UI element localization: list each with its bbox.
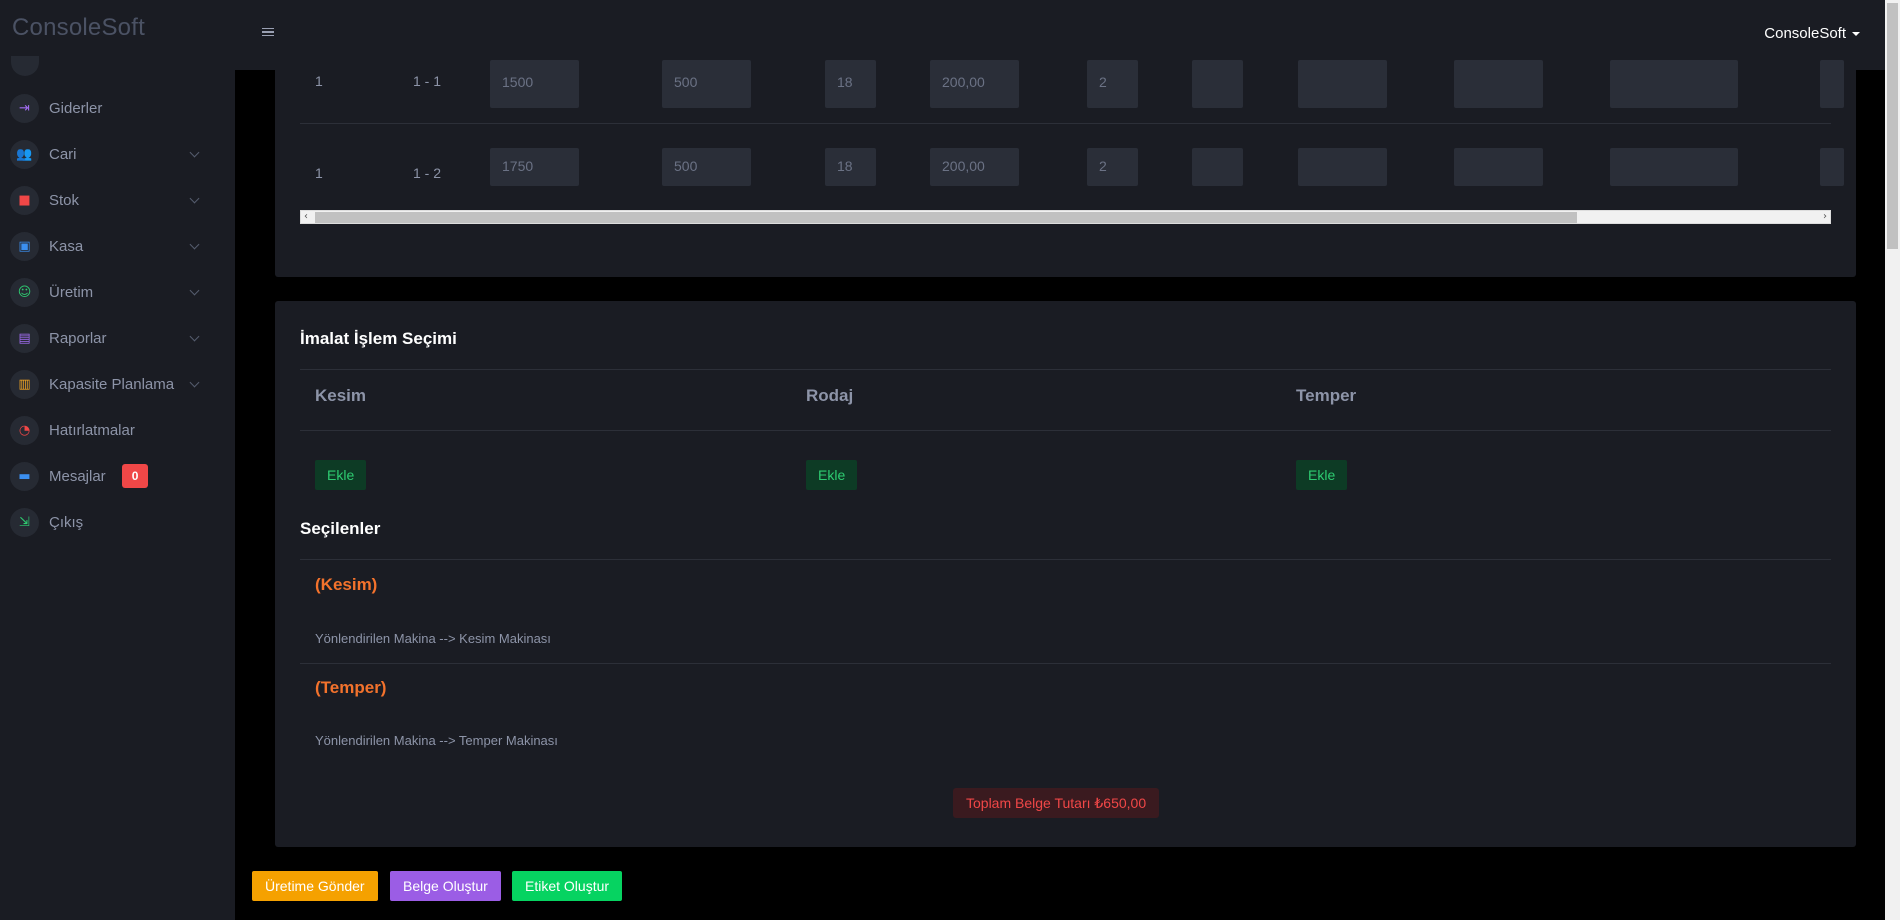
chevron-down-icon[interactable] [189, 147, 200, 158]
scroll-right-icon[interactable]: › [1823, 211, 1827, 223]
sidebar-item-label: Raporlar [49, 329, 107, 347]
chevron-down-icon[interactable] [189, 377, 200, 388]
create-document-button[interactable]: Belge Oluştur [390, 871, 501, 901]
robot-icon: ☺ [10, 277, 39, 307]
width-input[interactable]: 1750 [490, 148, 579, 186]
sidebar-item-label: Hatırlatmalar [49, 421, 135, 439]
sidebar-item-giderler[interactable]: ⇥ Giderler [10, 90, 210, 126]
menu-icon-partial [11, 56, 39, 76]
sidebar-item-label: Cari [49, 145, 77, 163]
sidebar-item-kapasite-planlama[interactable]: ▥ Kapasite Planlama [10, 366, 210, 402]
vertical-scrollbar-thumb[interactable] [1887, 3, 1898, 249]
report-icon: ▤ [10, 323, 39, 353]
price-input[interactable]: 200,00 [930, 60, 1019, 108]
imalat-card: İmalat İşlem Seçimi Kesim Rodaj Temper E… [275, 301, 1856, 847]
height-input[interactable]: 500 [662, 60, 751, 108]
timer-icon: ◔ [10, 415, 39, 445]
row-code: 1 - 1 [413, 73, 442, 89]
empty-input[interactable] [1298, 60, 1387, 108]
table-row: 1 1 - 2 1750 500 18 200,00 2 [300, 125, 1844, 209]
hamburger-menu-icon[interactable] [262, 28, 274, 36]
quantity-input[interactable]: 2 [1087, 60, 1138, 108]
empty-input[interactable] [1192, 60, 1243, 108]
chevron-down-icon[interactable] [189, 285, 200, 296]
caret-down-icon [1852, 32, 1860, 37]
add-rodaj-button[interactable]: Ekle [806, 460, 858, 490]
selected-item-desc: Yönlendirilen Makina --> Kesim Makinası [315, 631, 551, 646]
sidebar-item-cari[interactable]: 👥 Cari [10, 136, 210, 172]
empty-input[interactable] [1610, 148, 1738, 186]
selected-item-name: (Temper) [315, 678, 387, 697]
empty-input[interactable] [1454, 60, 1543, 108]
clipboard-icon: ▥ [10, 369, 39, 399]
price-input[interactable]: 200,00 [930, 148, 1019, 186]
empty-input[interactable] [1820, 60, 1844, 108]
empty-input[interactable] [1454, 148, 1543, 186]
sidebar-item-kasa[interactable]: ▣ Kasa [10, 228, 210, 264]
divider [300, 430, 1831, 431]
sidebar-item-hatırlatmalar[interactable]: ◔ Hatırlatmalar [10, 412, 210, 448]
empty-input[interactable] [1192, 148, 1243, 186]
divider [300, 369, 1831, 370]
sidebar-item-stok[interactable]: ■ Stok [10, 182, 210, 218]
chevron-down-icon[interactable] [189, 239, 200, 250]
empty-input[interactable] [1298, 148, 1387, 186]
thickness-input[interactable]: 18 [825, 148, 876, 186]
sidebar-item-çıkış[interactable]: ⇲ Çıkış [10, 504, 210, 540]
column-header-temper: Temper [1296, 386, 1357, 405]
unread-count-badge: 0 [121, 464, 149, 488]
sidebar-item-label: Stok [49, 191, 80, 209]
add-temper-button[interactable]: Ekle [1296, 460, 1348, 490]
sidebar-item-mesajlar[interactable]: ▬ Mesajlar 0 [10, 458, 210, 494]
scroll-left-icon[interactable]: ‹ [304, 211, 308, 223]
sidebar-item-raporlar[interactable]: ▤ Raporlar [10, 320, 210, 356]
cash-icon: ▣ [10, 231, 39, 261]
user-menu[interactable]: ConsoleSoft [1764, 25, 1860, 42]
sidebar-item-label: Mesajlar [49, 467, 106, 485]
column-header-kesim: Kesim [315, 386, 367, 405]
logout-icon: ⇲ [10, 507, 39, 537]
quantity-input[interactable]: 2 [1087, 148, 1138, 186]
chat-icon: ▬ [10, 461, 39, 491]
column-header-rodaj: Rodaj [806, 386, 854, 405]
divider [300, 559, 1831, 560]
vertical-scrollbar[interactable] [1885, 0, 1900, 920]
sidebar-item-label: Üretim [49, 283, 94, 301]
users-icon: 👥 [10, 139, 39, 169]
selected-title: Seçilenler [300, 519, 381, 538]
row-sequence: 1 [315, 73, 323, 89]
empty-input[interactable] [1610, 60, 1738, 108]
send-to-production-button[interactable]: Üretime Gönder [252, 871, 378, 901]
cube-icon: ■ [10, 185, 39, 215]
row-code: 1 - 2 [413, 165, 442, 181]
total-amount-badge: Toplam Belge Tutarı ₺650,00 [953, 788, 1160, 818]
table-row: 1 1 - 1 1500 500 18 200,00 2 [300, 60, 1844, 124]
horizontal-scrollbar-thumb[interactable] [315, 212, 1577, 223]
create-label-button[interactable]: Etiket Oluştur [512, 871, 623, 901]
empty-input[interactable] [1820, 148, 1844, 186]
width-input[interactable]: 1500 [490, 60, 579, 108]
height-input[interactable]: 500 [662, 148, 751, 186]
imalat-title: İmalat İşlem Seçimi [300, 329, 457, 348]
products-table-card: 1 1 - 1 1500 500 18 200,00 2 1 1 - 2 175… [275, 60, 1856, 277]
sidebar-item-label: Giderler [49, 99, 103, 117]
selected-item-desc: Yönlendirilen Makina --> Temper Makinası [315, 733, 558, 748]
sidebar-item-üretim[interactable]: ☺ Üretim [10, 274, 210, 310]
arrow-to-right-icon: ⇥ [10, 93, 39, 123]
selected-item-name: (Kesim) [315, 575, 378, 594]
divider [300, 663, 1831, 664]
chevron-down-icon[interactable] [189, 193, 200, 204]
sidebar-item-label: Çıkış [49, 513, 84, 531]
brand-logo[interactable]: ConsoleSoft [12, 14, 145, 42]
thickness-input[interactable]: 18 [825, 60, 876, 108]
row-sequence: 1 [315, 165, 323, 181]
chevron-down-icon[interactable] [189, 331, 200, 342]
add-kesim-button[interactable]: Ekle [315, 460, 367, 490]
horizontal-scrollbar[interactable]: ‹ › [300, 210, 1831, 224]
sidebar-item-label: Kasa [49, 237, 84, 255]
sidebar-item-label: Kapasite Planlama [49, 375, 175, 393]
user-name: ConsoleSoft [1764, 25, 1846, 42]
